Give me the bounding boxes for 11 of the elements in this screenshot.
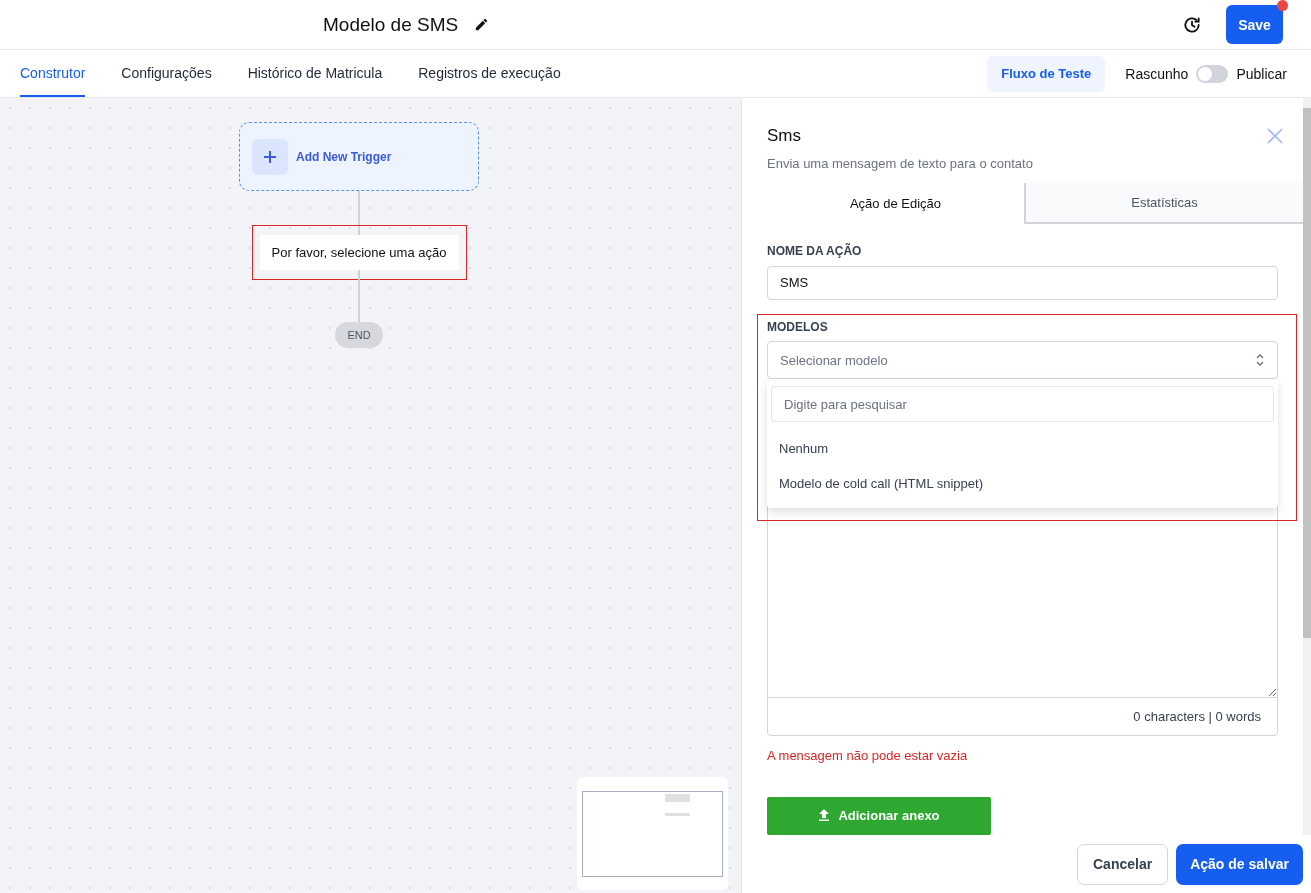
field-label: NOME DA AÇÃO: [767, 243, 863, 258]
end-node: END: [335, 322, 383, 348]
toggle-label: Publicar: [1236, 65, 1287, 82]
toggle-label: Rascunho: [1125, 65, 1189, 82]
field-label: MODELOS: [767, 320, 829, 334]
panel-title: Sms: [767, 126, 801, 146]
trigger-label: Add New Trigger: [296, 149, 392, 164]
error-message: A mensagem não pode estar vazia: [767, 748, 969, 763]
character-counter: 0 characters | 0 words: [1132, 708, 1262, 726]
panel-subtitle: Envia uma mensagem de texto para o contato: [767, 156, 1034, 171]
page-title: Modelo de SMS: [323, 13, 459, 36]
